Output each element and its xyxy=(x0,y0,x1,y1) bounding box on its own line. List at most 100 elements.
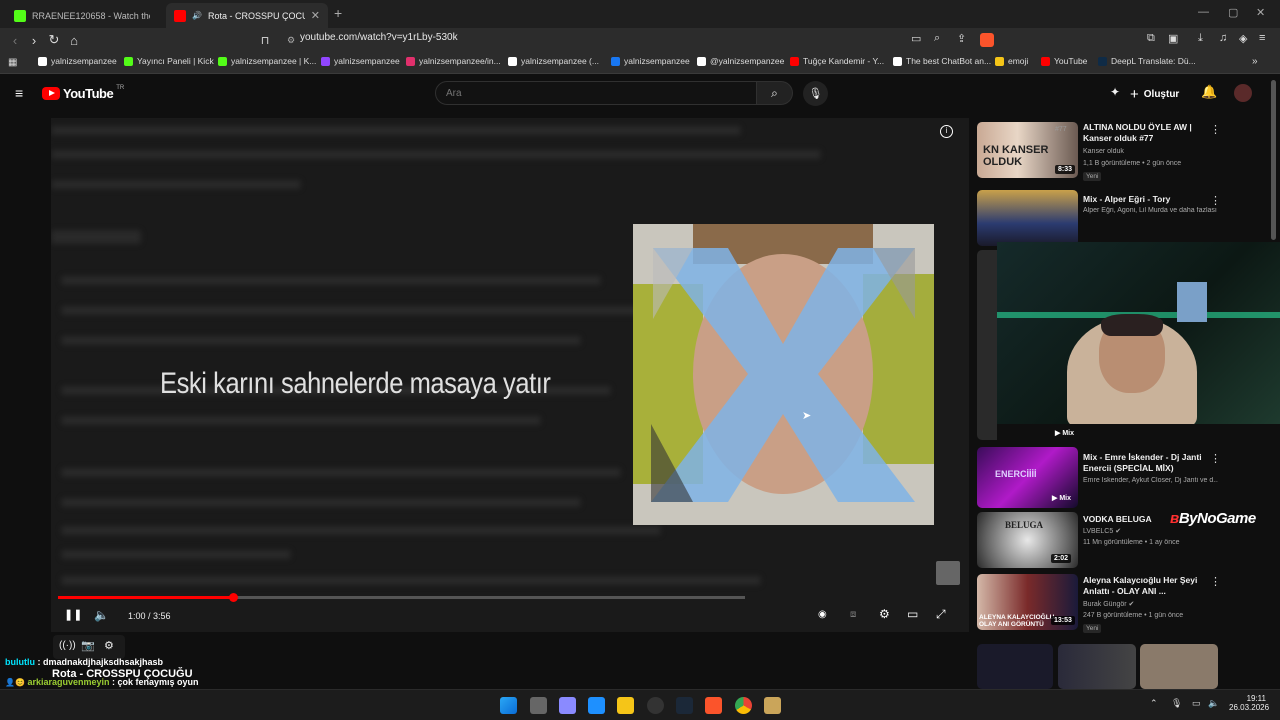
bookmark-item[interactable]: yalnizsempanzee | K... xyxy=(218,56,316,66)
rec-title[interactable]: ALTINA NOLDU ÖYLE AW | Kanser olduk #77 xyxy=(1083,122,1208,144)
more-options-icon[interactable]: ⋮ xyxy=(1210,575,1221,588)
create-button[interactable]: + Oluştur xyxy=(1130,83,1179,105)
bookmark-item[interactable]: yalnizsempanzee xyxy=(611,56,690,66)
bookmark-item[interactable]: @yalnizsempanzee xyxy=(697,56,784,66)
search-input[interactable] xyxy=(436,82,756,104)
rec-thumbnail[interactable] xyxy=(977,250,997,440)
info-icon[interactable]: i xyxy=(940,125,953,138)
more-options-icon[interactable]: ⋮ xyxy=(1210,123,1221,136)
reload-icon[interactable]: ↻ xyxy=(45,31,63,49)
microphone-icon[interactable]: 🎙 xyxy=(1171,698,1182,709)
rec-title[interactable]: Mix - Alper Eğri - Tory xyxy=(1083,194,1208,205)
short-thumbnail[interactable] xyxy=(1140,644,1218,689)
rec-thumbnail[interactable]: KN KANSER OLDUK #77 8:33 xyxy=(977,122,1078,178)
rec-title[interactable]: Mix - Emre İskender - Dj Janti Enercii (… xyxy=(1083,452,1208,474)
maximize-button[interactable]: ▢ xyxy=(1228,6,1238,19)
zoom-icon[interactable]: ⌕ xyxy=(934,32,940,45)
site-info-icon[interactable]: ⚙ xyxy=(282,31,300,49)
chrome-icon[interactable] xyxy=(735,697,752,714)
app-icon[interactable] xyxy=(647,697,664,714)
avatar[interactable] xyxy=(1234,84,1252,102)
rec-channel[interactable]: Emre İskender, Aykut Closer, Dj Janti ve… xyxy=(1083,477,1218,484)
bookmark-item[interactable]: Yayıncı Paneli | Kick xyxy=(124,56,214,66)
rec-channel[interactable]: Burak Güngör ✔ xyxy=(1083,600,1218,608)
notifications-bell-icon[interactable]: 🔔 xyxy=(1201,84,1217,100)
home-icon[interactable]: ⌂ xyxy=(65,31,83,49)
file-explorer-icon[interactable] xyxy=(617,697,634,714)
sidebar-icon[interactable]: ▣ xyxy=(1168,32,1178,45)
voice-search-button[interactable]: 🎙 xyxy=(803,81,828,106)
search-button[interactable]: ⌕ xyxy=(757,81,793,105)
bookmark-item[interactable]: yalnizsempanzee xyxy=(38,56,117,66)
rec-thumbnail[interactable] xyxy=(977,190,1078,246)
clock[interactable]: 19:11 26.03.2026 xyxy=(1229,694,1269,712)
bookmark-item[interactable]: YouTube xyxy=(1041,56,1087,66)
download-icon[interactable]: ⤓ xyxy=(1198,32,1203,45)
fullscreen-icon[interactable]: ⤢ xyxy=(936,607,946,622)
new-tab-button[interactable]: + xyxy=(334,5,342,21)
wallet-icon[interactable]: ◈ xyxy=(1239,32,1247,45)
close-tab-icon[interactable]: ✕ xyxy=(311,9,320,22)
network-icon[interactable]: ▭ xyxy=(1192,698,1201,709)
brave-icon[interactable] xyxy=(705,697,722,714)
rec-thumbnail[interactable]: ENERCİİİİ ▶ Mix xyxy=(977,447,1078,508)
back-icon[interactable]: ‹ xyxy=(6,31,24,49)
bookmark-item[interactable]: yalnizsempanzee xyxy=(321,56,400,66)
gear-icon[interactable]: ⚙ xyxy=(104,639,114,652)
rec-thumbnail[interactable]: BELUGA 2:02 xyxy=(977,512,1078,568)
rec-channel[interactable]: Kanser olduk xyxy=(1083,148,1218,155)
short-thumbnail[interactable] xyxy=(977,644,1053,689)
search-box[interactable] xyxy=(435,81,757,105)
tray-chevron-icon[interactable]: ⌃ xyxy=(1150,698,1158,709)
steam-icon[interactable] xyxy=(676,697,693,714)
autoplay-toggle[interactable]: ◉ xyxy=(818,609,827,620)
bookmark-item[interactable]: DeepL Translate: Dü... xyxy=(1098,56,1196,66)
brave-shield-icon[interactable] xyxy=(980,33,994,47)
more-bookmarks-icon[interactable]: » xyxy=(1252,56,1258,67)
bookmark-item[interactable]: The best ChatBot an... xyxy=(893,56,991,66)
youtube-logo[interactable]: YouTube TR xyxy=(42,85,124,101)
app-icon[interactable] xyxy=(764,697,781,714)
miniplayer-icon[interactable]: ▭ xyxy=(907,607,918,621)
bookmark-item[interactable]: Tuğçe Kandemir - Y... xyxy=(790,56,884,66)
short-thumbnail[interactable] xyxy=(1058,644,1136,689)
menu-icon[interactable]: ≡ xyxy=(1259,32,1265,44)
share-icon[interactable]: ⇪ xyxy=(957,32,966,45)
studio-icon[interactable]: ✦ xyxy=(1110,85,1120,99)
cast-icon[interactable]: ▭ xyxy=(911,32,921,45)
task-view-icon[interactable] xyxy=(530,697,547,714)
rec-channel[interactable]: Alper Eğri, Agoni, Lil Murda ve daha faz… xyxy=(1083,207,1218,214)
media-icon[interactable]: ♫ xyxy=(1219,32,1227,44)
more-options-icon[interactable]: ⋮ xyxy=(1210,452,1221,465)
sidebar-scrollbar[interactable] xyxy=(1271,80,1276,240)
extensions-icon[interactable]: ⧉ xyxy=(1147,32,1155,45)
channel-watermark[interactable] xyxy=(936,561,960,585)
apps-grid-icon[interactable]: ▦ xyxy=(8,57,17,68)
bookmark-item[interactable]: emoji xyxy=(995,56,1028,66)
cast-waves-icon[interactable]: ((·)) xyxy=(59,640,76,651)
forward-icon[interactable]: › xyxy=(25,31,43,49)
rec-thumbnail[interactable]: ALEYNA KALAYCIOĞLU OLAY ANI GÖRÜNTÜ 13:5… xyxy=(977,574,1078,630)
pause-button[interactable]: ❚❚ xyxy=(64,608,82,621)
bookmark-icon[interactable]: ⊓ xyxy=(256,31,274,49)
app-icon[interactable] xyxy=(588,697,605,714)
settings-gear-icon[interactable]: ⚙ xyxy=(879,607,890,621)
browser-tab-kick-vod[interactable]: RRAENEE120658 - Watch the VOD on xyxy=(6,3,164,28)
more-options-icon[interactable]: ⋮ xyxy=(1210,194,1221,207)
bookmark-item[interactable]: yalnizsempanzee (... xyxy=(508,56,599,66)
minimize-button[interactable]: — xyxy=(1198,6,1209,18)
bookmark-item[interactable]: yalnizsempanzee/in... xyxy=(406,56,501,66)
rec-title[interactable]: Aleyna Kalaycıoğlu Her Şeyi Anlattı - OL… xyxy=(1083,575,1208,597)
camera-icon[interactable]: 📷 xyxy=(81,639,95,652)
volume-icon[interactable]: 🔈 xyxy=(1208,698,1219,709)
rec-channel[interactable]: LVBELC5 ✔ xyxy=(1083,527,1218,535)
browser-tab-youtube[interactable]: 🔊 Rota - CROSSPU ÇOCUĞU - Y ✕ xyxy=(166,3,328,28)
start-icon[interactable] xyxy=(500,697,517,714)
volume-button[interactable]: 🔈 xyxy=(94,608,109,622)
app-icon[interactable] xyxy=(559,697,576,714)
subtitles-button[interactable]: ⧈ xyxy=(850,609,856,620)
address-bar[interactable]: youtube.com/watch?v=y1rLby-530k xyxy=(300,32,458,43)
hamburger-menu-icon[interactable]: ≡ xyxy=(15,85,23,101)
close-window-button[interactable]: ✕ xyxy=(1256,6,1265,19)
progress-scrubber[interactable] xyxy=(229,593,238,602)
